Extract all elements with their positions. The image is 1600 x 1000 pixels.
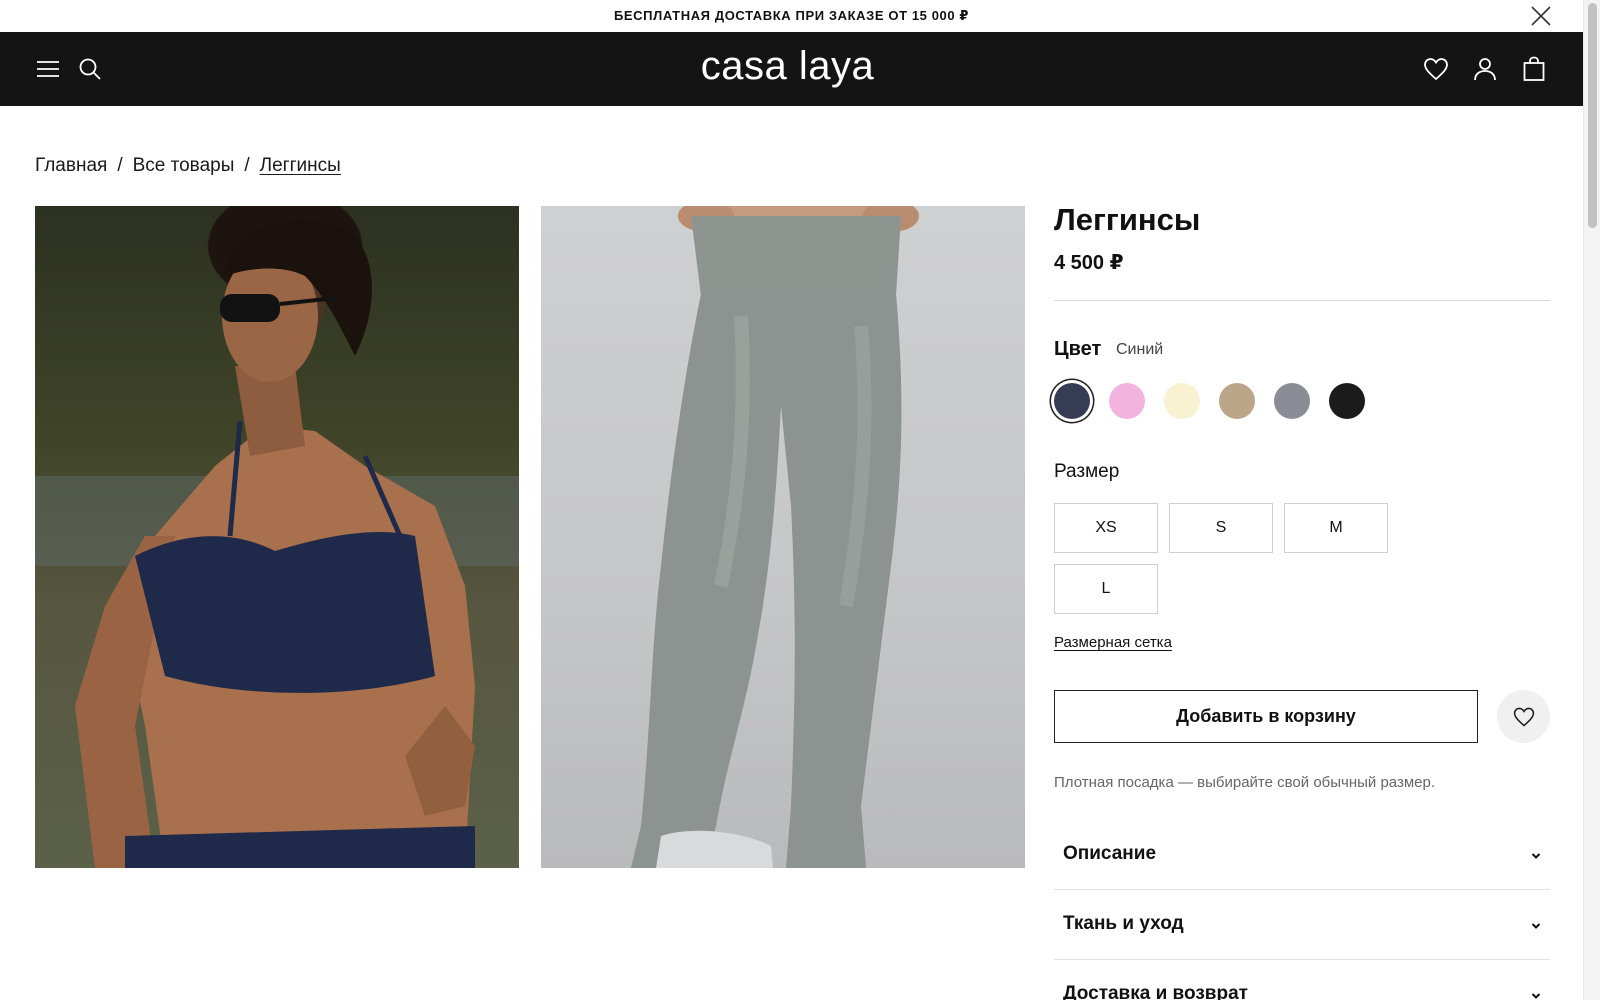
product-price: 4 500 ₽ bbox=[1054, 252, 1124, 274]
color-swatch-pink[interactable] bbox=[1109, 383, 1145, 419]
color-swatch-black[interactable] bbox=[1329, 383, 1365, 419]
color-swatches bbox=[1054, 383, 1365, 419]
size-option-xs[interactable]: XS bbox=[1054, 503, 1158, 553]
promo-text: БЕСПЛАТНАЯ ДОСТАВКА ПРИ ЗАКАЗЕ ОТ 15 000… bbox=[613, 8, 970, 23]
breadcrumb-separator: / bbox=[244, 155, 250, 176]
divider bbox=[1054, 300, 1550, 301]
chevron-down-icon bbox=[1531, 923, 1541, 929]
leggings-illustration bbox=[631, 206, 919, 868]
selected-color-name: Синий bbox=[1116, 341, 1164, 358]
product-photo-model[interactable] bbox=[35, 206, 519, 868]
shopping-bag-icon[interactable] bbox=[1520, 55, 1548, 83]
size-option-l[interactable]: L bbox=[1054, 564, 1158, 614]
size-label: Размер bbox=[1054, 461, 1120, 482]
accordion-description[interactable]: Описание bbox=[1054, 820, 1550, 890]
chevron-down-icon bbox=[1531, 853, 1541, 859]
size-option-s[interactable]: S bbox=[1169, 503, 1273, 553]
product-photo-leggings[interactable] bbox=[541, 206, 1025, 868]
site-logo[interactable]: casa laya bbox=[0, 44, 1575, 89]
size-chart-link[interactable]: Размерная сетка bbox=[1054, 634, 1172, 651]
accordion-fabric-care[interactable]: Ткань и уход bbox=[1054, 890, 1550, 960]
accordion-delivery-returns[interactable]: Доставка и возврат bbox=[1054, 960, 1550, 1000]
color-swatch-beige[interactable] bbox=[1219, 383, 1255, 419]
size-option-m[interactable]: M bbox=[1284, 503, 1388, 553]
fit-note: Плотная посадка — выбирайте свой обычный… bbox=[1054, 774, 1436, 791]
product-title: Леггинсы bbox=[1054, 202, 1201, 237]
breadcrumb-current[interactable]: Леггинсы bbox=[260, 155, 341, 177]
user-icon[interactable] bbox=[1471, 55, 1499, 83]
accordion-label: Описание bbox=[1063, 843, 1157, 864]
accordion-label: Ткань и уход bbox=[1063, 913, 1184, 934]
add-to-cart-button[interactable]: Добавить в корзину bbox=[1054, 690, 1478, 743]
accordion-label: Доставка и возврат bbox=[1063, 983, 1248, 1000]
model-illustration bbox=[35, 219, 519, 868]
scrollbar-thumb[interactable] bbox=[1588, 3, 1597, 228]
breadcrumb: Главная / Все товары / Леггинсы bbox=[35, 155, 341, 177]
chevron-down-icon bbox=[1531, 993, 1541, 999]
color-swatch-cream[interactable] bbox=[1164, 383, 1200, 419]
breadcrumb-all-products[interactable]: Все товары bbox=[133, 155, 235, 177]
page-scrollbar[interactable] bbox=[1583, 0, 1600, 1000]
heart-icon bbox=[1513, 707, 1534, 727]
site-header: casa laya bbox=[0, 32, 1583, 106]
close-icon[interactable] bbox=[1529, 4, 1553, 28]
breadcrumb-home[interactable]: Главная bbox=[35, 155, 107, 177]
promo-bar: БЕСПЛАТНАЯ ДОСТАВКА ПРИ ЗАКАЗЕ ОТ 15 000… bbox=[0, 0, 1583, 32]
add-to-wishlist-button[interactable] bbox=[1497, 690, 1550, 743]
heart-icon[interactable] bbox=[1422, 55, 1450, 83]
breadcrumb-separator: / bbox=[117, 155, 123, 176]
color-swatch-navy[interactable] bbox=[1054, 383, 1090, 419]
color-swatch-grey[interactable] bbox=[1274, 383, 1310, 419]
color-label: Цвет bbox=[1054, 338, 1102, 360]
